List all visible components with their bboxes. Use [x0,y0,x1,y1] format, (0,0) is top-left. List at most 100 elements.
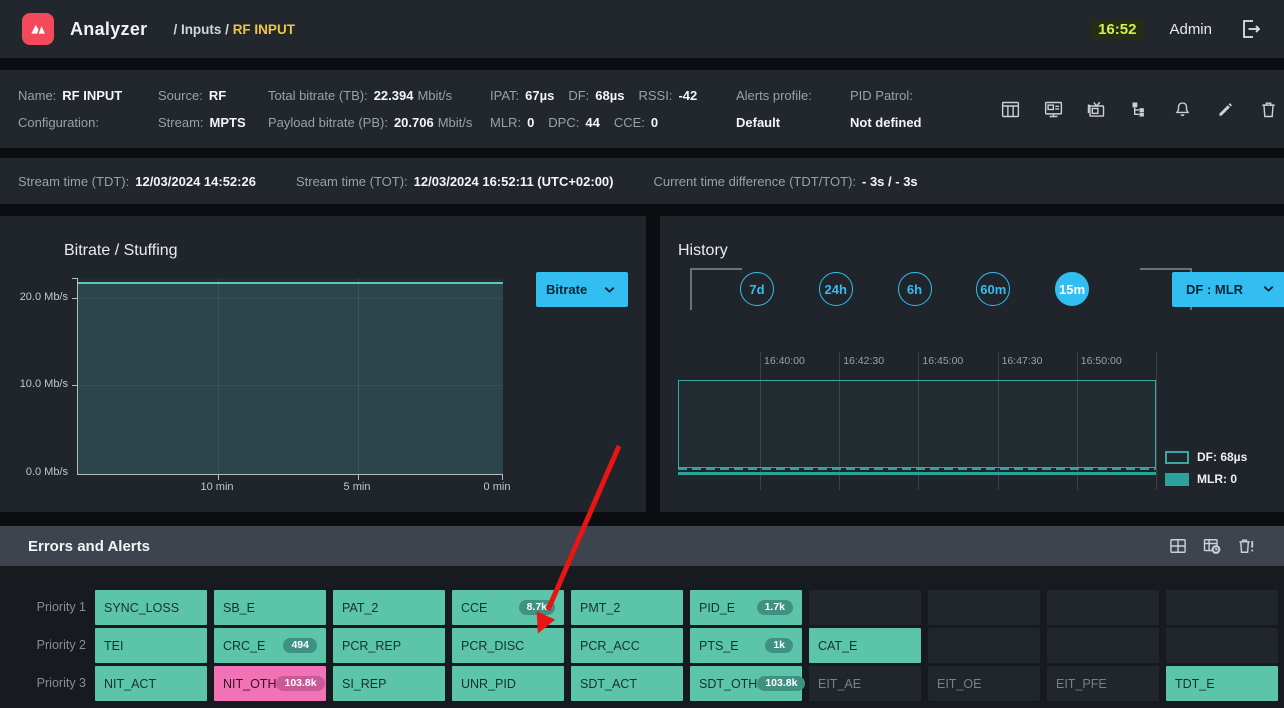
tv-button[interactable] [1086,99,1107,120]
errors-clear-button[interactable] [1236,536,1256,556]
field-unit: Mbit/s [437,115,473,130]
info-field-row: Stream: MPTS [158,115,268,130]
field-value: -42 [678,88,698,103]
layout-columns-icon [1001,101,1020,117]
display-card-icon [1044,101,1063,117]
error-count-badge: 103.8k [757,676,806,691]
field-value: Not defined [850,115,922,130]
breadcrumb-current: RF INPUT [232,21,295,37]
error-cell-pid_e[interactable]: PID_E 1.7k [690,590,802,625]
info-toolbar [1000,99,1279,120]
bitrate-chart [72,278,503,480]
alerts-button[interactable] [1172,99,1193,120]
bitrate-metric-value: Bitrate [546,282,588,297]
error-cell-empty [928,628,1040,663]
field-label: CCE: [613,115,645,130]
error-cell-eit_ae[interactable]: EIT_AE [809,666,921,701]
logout-button[interactable] [1238,17,1262,41]
error-cell-sb_e[interactable]: SB_E [214,590,326,625]
error-cell-eit_oe[interactable]: EIT_OE [928,666,1040,701]
info-column: Total bitrate (TB): 22.394 Mbit/s Payload b… [268,88,490,130]
error-cell-label: UNR_PID [461,676,516,691]
edit-button[interactable] [1215,99,1236,120]
field-label: Stream: [158,115,204,130]
error-cell-label: NIT_OTH [223,676,277,691]
error-cell-crc_e[interactable]: CRC_E 494 [214,628,326,663]
stream-info-fields: Name: RF INPUT Configuration: Source: RF Stre… [18,88,1000,130]
errors-history-button[interactable] [1202,536,1222,556]
bell-icon [1175,101,1190,116]
field-value: 0 [650,115,659,130]
range-button-60m[interactable]: 60m [976,272,1011,306]
range-button-7d[interactable]: 7d [740,272,774,306]
field-value: MPTS [209,115,246,130]
error-count-badge: 1.7k [756,600,793,615]
x-axis-label: 10 min [200,481,234,493]
error-cell-sdt_oth[interactable]: SDT_OTH 103.8k [690,666,806,701]
error-cell-sdt_act[interactable]: SDT_ACT [571,666,683,701]
range-bracket-left [690,268,742,310]
history-time-label: 16:47:30 [1001,355,1043,367]
history-metric-select[interactable]: DF : MLR [1172,272,1284,307]
error-cell-tdt_e[interactable]: TDT_E [1166,666,1278,701]
range-button-6h[interactable]: 6h [897,272,932,306]
error-cell-nit_act[interactable]: NIT_ACT [95,666,207,701]
error-count-badge: 103.8k [276,676,325,691]
clock: 16:52 [1091,19,1144,39]
field-label: MLR: [490,115,522,130]
error-cell-si_rep[interactable]: SI_REP [333,666,445,701]
error-cell-label: TDT_E [1175,676,1215,691]
y-axis-label: 10.0 Mb/s [19,378,68,390]
tree-button[interactable] [1129,99,1150,120]
trash-alert-icon [1239,539,1254,553]
error-cell-pcr_disc[interactable]: PCR_DISC [452,628,564,663]
error-cell-unr_pid[interactable]: UNR_PID [452,666,564,701]
page-title: Analyzer [70,18,148,39]
field-label: Source: [158,88,203,103]
history-time-label: 16:45:00 [922,355,964,367]
field-label: DF: [568,88,590,103]
tree-icon [1132,102,1144,116]
field-label: Total bitrate (TB): [268,88,368,103]
layout-columns-button[interactable] [1000,99,1021,120]
error-cell-pat_2[interactable]: PAT_2 [333,590,445,625]
delete-button[interactable] [1258,99,1279,120]
df-swatch [1165,450,1189,464]
error-cell-label: PTS_E [699,638,739,653]
breadcrumb-prefix[interactable]: / Inputs / [173,22,232,37]
history-panel: History 7d 24h 6h 60m 15m DF : MLR 16:40:00 1… [660,216,1284,512]
user-menu[interactable]: Admin [1169,21,1212,38]
range-button-24h[interactable]: 24h [818,272,853,306]
error-cell-cat_e[interactable]: CAT_E [809,628,921,663]
delete-icon [1262,102,1275,117]
app-logo[interactable] [22,13,54,45]
time-difference: Current time difference (TDT/TOT): - 3s /… [653,173,918,189]
display-card-button[interactable] [1043,99,1064,120]
gridline [218,278,219,474]
error-cell-sync_loss[interactable]: SYNC_LOSS [95,590,207,625]
error-cell-empty [1166,590,1278,625]
error-cell-pcr_rep[interactable]: PCR_REP [333,628,445,663]
tv-icon [1087,101,1105,117]
error-cell-pts_e[interactable]: PTS_E 1k [690,628,802,663]
info-column: Name: RF INPUT Configuration: [18,88,158,130]
error-count-badge: 1k [765,638,793,653]
x-axis-label: 5 min [343,481,371,493]
field-label: Payload bitrate (PB): [268,115,388,130]
error-cell-eit_pfe[interactable]: EIT_PFE [1047,666,1159,701]
field-value: Default [736,115,781,130]
breadcrumb: / Inputs / RF INPUT [173,22,295,37]
error-cell-nit_oth[interactable]: NIT_OTH 103.8k [214,666,326,701]
error-cell-pcr_acc[interactable]: PCR_ACC [571,628,683,663]
error-cell-label: PAT_2 [342,600,379,615]
bitrate-metric-select[interactable]: Bitrate [536,272,628,307]
error-cell-cce[interactable]: CCE 8.7k [452,590,564,625]
logo-mountain-icon [31,24,45,34]
error-cell-label: EIT_AE [818,676,862,691]
error-cell-pmt_2[interactable]: PMT_2 [571,590,683,625]
errors-table-button[interactable] [1168,536,1188,556]
error-cell-tei[interactable]: TEI [95,628,207,663]
error-cell-empty [928,590,1040,625]
field-value: RF [208,88,227,103]
range-button-15m[interactable]: 15m [1055,272,1089,306]
